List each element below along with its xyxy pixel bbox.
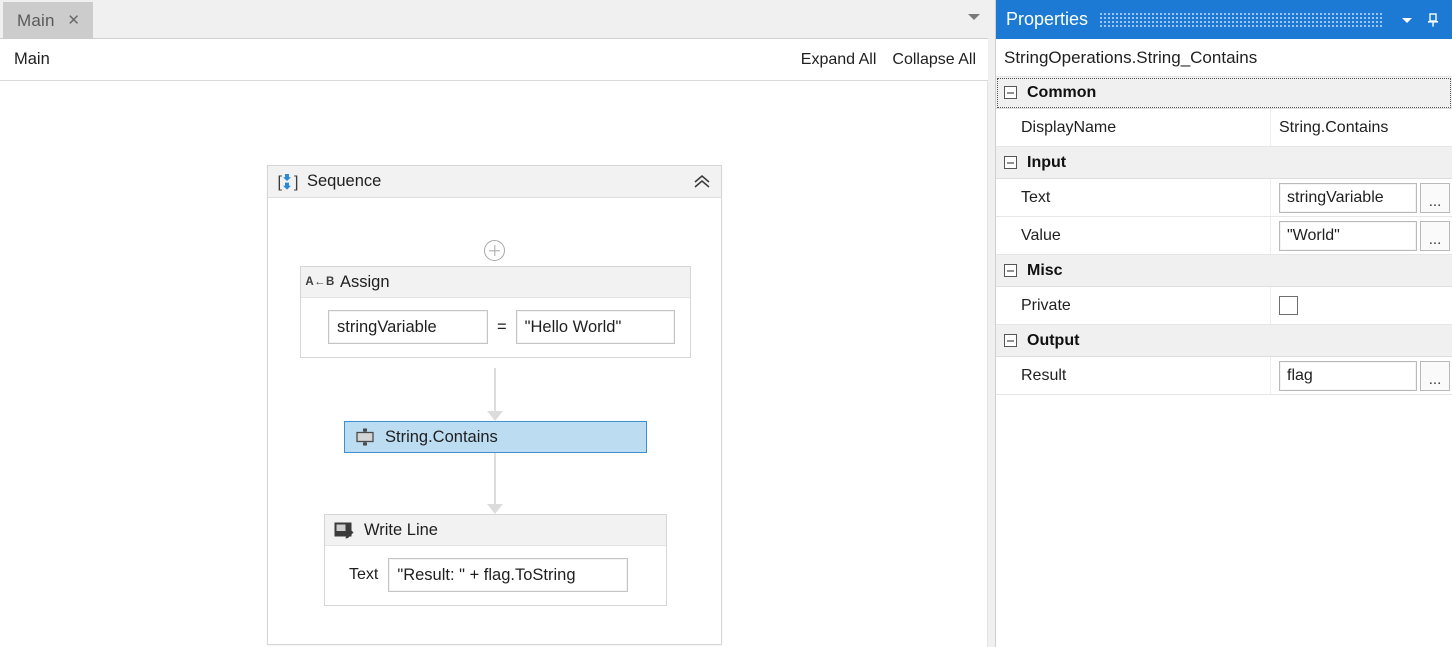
assign-operator: = — [497, 317, 507, 336]
property-value-cell: stringVariable ... — [1271, 179, 1452, 216]
workflow-canvas[interactable]: [ ] Sequence A←B Assign stringVariable =… — [0, 81, 988, 647]
sequence-header[interactable]: [ ] Sequence — [268, 166, 721, 198]
property-value-cell: "World" ... — [1271, 217, 1452, 254]
property-row-result[interactable]: Result flag ... — [996, 357, 1452, 395]
add-activity-top[interactable] — [268, 240, 721, 261]
tab-main[interactable]: Main ✕ — [3, 2, 93, 39]
tab-main-label: Main — [17, 10, 55, 30]
write-line-activity[interactable]: Write Line Text "Result: " + flag.ToStri… — [324, 514, 667, 606]
write-line-title: Write Line — [364, 520, 438, 539]
string-contains-icon — [353, 426, 377, 448]
properties-panel: Properties StringOperations.String_Conta… — [995, 0, 1452, 647]
collapse-all-button[interactable]: Collapse All — [892, 51, 976, 69]
property-name: Result — [996, 357, 1271, 394]
text-value-input[interactable]: stringVariable — [1279, 182, 1417, 213]
properties-titlebar[interactable]: Properties — [996, 0, 1452, 39]
assign-body: stringVariable = "Hello World" — [301, 298, 690, 357]
string-contains-activity[interactable]: String.Contains — [344, 421, 647, 453]
assign-to-input[interactable]: stringVariable — [328, 310, 488, 344]
application-window: Main ✕ Main Expand All Collapse All [ ] — [0, 0, 1452, 647]
property-group-output[interactable]: Output — [996, 325, 1452, 357]
properties-empty-area — [996, 395, 1452, 635]
private-checkbox[interactable] — [1279, 296, 1298, 315]
property-group-label: Common — [1027, 83, 1097, 101]
property-value-cell — [1271, 287, 1452, 324]
string-contains-title: String.Contains — [385, 427, 498, 446]
svg-text:[: [ — [278, 174, 283, 191]
property-group-label: Misc — [1027, 261, 1063, 279]
close-icon[interactable]: ✕ — [67, 13, 81, 28]
assign-icon-label: A←B — [305, 276, 335, 288]
plus-icon[interactable] — [484, 240, 505, 261]
panel-splitter[interactable] — [988, 0, 995, 647]
ellipsis-button[interactable]: ... — [1420, 360, 1450, 391]
property-name: DisplayName — [996, 109, 1271, 146]
properties-subtitle: StringOperations.String_Contains — [996, 39, 1452, 77]
property-row-private[interactable]: Private — [996, 287, 1452, 325]
sequence-activity[interactable]: [ ] Sequence A←B Assign stringVariable =… — [267, 165, 722, 645]
ellipsis-button[interactable]: ... — [1420, 220, 1450, 251]
sequence-title: Sequence — [307, 172, 382, 190]
pin-icon[interactable] — [1420, 7, 1446, 33]
svg-text:]: ] — [294, 174, 298, 191]
collapse-toggle-icon[interactable] — [1004, 334, 1017, 347]
drag-grip[interactable] — [1100, 12, 1382, 27]
connector-assign-to-contains — [486, 368, 503, 421]
expand-all-button[interactable]: Expand All — [801, 51, 877, 69]
value-value-input[interactable]: "World" — [1279, 220, 1417, 251]
property-name: Private — [996, 287, 1271, 324]
property-group-misc[interactable]: Misc — [996, 255, 1452, 287]
properties-panel-title: Properties — [1006, 9, 1089, 29]
sequence-icon: [ ] — [277, 171, 299, 193]
collapse-toggle-icon[interactable] — [1004, 86, 1017, 99]
connector-contains-to-writeline — [486, 453, 503, 514]
collapse-toggle-icon[interactable] — [1004, 264, 1017, 277]
property-group-common[interactable]: Common — [996, 77, 1452, 109]
assign-value-input[interactable]: "Hello World" — [515, 310, 675, 344]
write-line-text-label: Text — [349, 566, 379, 583]
property-value-cell: flag ... — [1271, 357, 1452, 394]
property-row-displayname[interactable]: DisplayName String.Contains — [996, 109, 1452, 147]
write-line-body: Text "Result: " + flag.ToString — [325, 546, 666, 605]
chevron-down-icon[interactable] — [1394, 7, 1420, 33]
write-line-icon — [332, 519, 356, 541]
collapse-toggle-icon[interactable] — [1004, 156, 1017, 169]
property-row-value[interactable]: Value "World" ... — [996, 217, 1452, 255]
property-group-label: Output — [1027, 331, 1080, 349]
property-row-text[interactable]: Text stringVariable ... — [996, 179, 1452, 217]
breadcrumb-bar: Main Expand All Collapse All — [0, 39, 988, 81]
chevron-down-icon[interactable] — [968, 14, 980, 20]
property-group-label: Input — [1027, 153, 1067, 171]
ellipsis-button[interactable]: ... — [1420, 182, 1450, 213]
assign-header[interactable]: A←B Assign — [301, 267, 690, 298]
chevron-up-double-icon[interactable] — [692, 172, 712, 192]
expand-collapse-controls: Expand All Collapse All — [801, 51, 976, 69]
property-value[interactable]: String.Contains — [1271, 109, 1452, 146]
property-name: Value — [996, 217, 1271, 254]
breadcrumb[interactable]: Main — [14, 50, 50, 69]
write-line-header[interactable]: Write Line — [325, 515, 666, 546]
assign-title: Assign — [340, 272, 390, 291]
property-name: Text — [996, 179, 1271, 216]
property-group-input[interactable]: Input — [996, 147, 1452, 179]
assign-icon: A←B — [305, 271, 335, 293]
workflow-designer: Main ✕ Main Expand All Collapse All [ ] — [0, 0, 988, 647]
write-line-text-input[interactable]: "Result: " + flag.ToString — [388, 558, 629, 592]
result-value-input[interactable]: flag — [1279, 360, 1417, 391]
assign-activity[interactable]: A←B Assign stringVariable = "Hello World… — [300, 266, 691, 358]
tab-strip: Main ✕ — [0, 0, 988, 39]
